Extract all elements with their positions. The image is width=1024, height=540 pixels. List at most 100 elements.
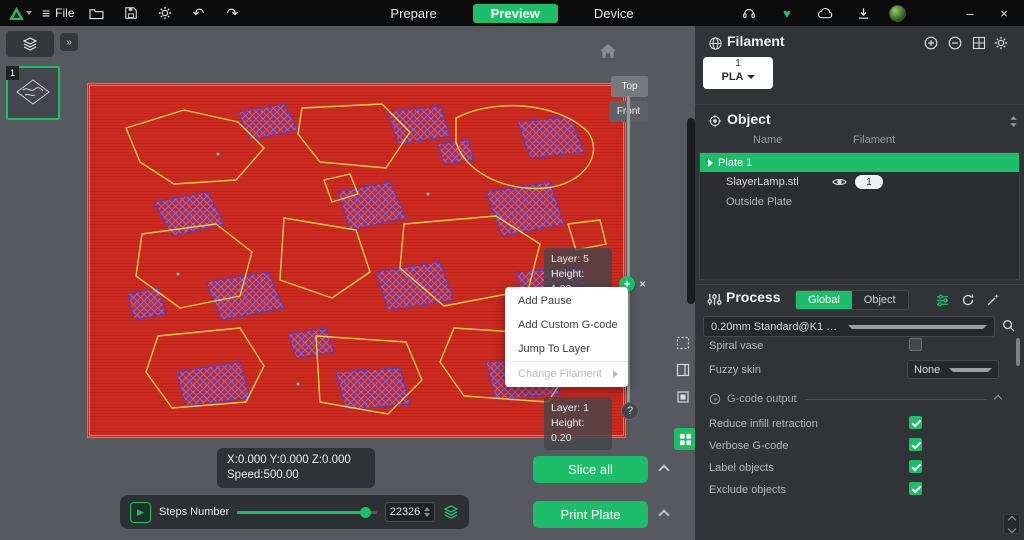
four-squares-icon [679, 433, 692, 446]
file-menu-label: File [55, 6, 74, 20]
object-row-outside[interactable]: Outside Plate [700, 192, 1019, 212]
right-panel: Filament 1 PLA Object Name Filament Plat… [695, 26, 1024, 540]
object-row-model[interactable]: SlayerLamp.stl 1 [700, 172, 1019, 192]
user-avatar[interactable] [889, 5, 906, 22]
menu-item-add-pause[interactable]: Add Pause [505, 289, 628, 313]
tab-device[interactable]: Device [584, 4, 644, 23]
column-name: Name [753, 134, 782, 146]
stack-icon [22, 36, 38, 52]
menu-item-change-filament[interactable]: Change Filament [505, 361, 628, 385]
expand-panel-button[interactable] [1003, 514, 1020, 534]
home-view-icon[interactable] [600, 44, 616, 58]
preferences-button[interactable] [153, 3, 177, 23]
setting-verbose-gcode-label: Verbose G-code [709, 440, 789, 452]
expand-arrow-icon [708, 159, 713, 167]
filament-settings-gear-icon[interactable] [994, 36, 1008, 50]
steps-value-input[interactable]: 22326 [385, 502, 435, 522]
close-button[interactable]: × [994, 6, 1014, 21]
help-button[interactable]: ? [621, 402, 639, 420]
file-menu[interactable]: ≡ File [42, 6, 75, 20]
open-file-button[interactable] [85, 3, 109, 23]
search-icon[interactable] [1002, 319, 1015, 332]
dashed-box-icon [676, 336, 690, 350]
menu-item-jump-to-layer[interactable]: Jump To Layer [505, 337, 628, 361]
app-logo[interactable] [8, 3, 32, 23]
panel-toggle-button[interactable] [672, 359, 694, 381]
add-filament-icon[interactable] [924, 36, 938, 50]
filament-chip[interactable]: 1 PLA [703, 57, 773, 89]
collapse-chevron-icon[interactable] [994, 395, 1002, 403]
gear-icon [158, 6, 172, 20]
play-button[interactable]: ▶ [130, 502, 151, 523]
folder-icon [89, 7, 104, 20]
plate-thumbnail[interactable]: 1 [6, 66, 60, 120]
steps-slider-handle[interactable] [360, 507, 371, 518]
slider-close-icon[interactable]: × [639, 277, 646, 291]
process-scope-tabs: Global Object [795, 290, 909, 310]
chevron-down-icon [1007, 524, 1015, 532]
download-icon [857, 7, 870, 20]
coordinates-tooltip: X:0.000 Y:0.000 Z:0.000 Speed:500.00 [217, 448, 375, 488]
label-objects-checkbox[interactable] [909, 460, 922, 473]
tab-global[interactable]: Global [796, 291, 852, 309]
speed-readout: Speed:500.00 [227, 468, 365, 483]
panel-scrollbar[interactable] [687, 118, 695, 304]
reset-icon[interactable] [961, 293, 975, 307]
cloud-button[interactable] [813, 3, 837, 23]
verbose-gcode-checkbox[interactable] [909, 438, 922, 451]
flush-options-icon[interactable] [972, 36, 986, 50]
object-row-plate[interactable]: Plate 1 [700, 153, 1019, 172]
spin-down-icon [424, 513, 430, 517]
slice-all-button[interactable]: Slice all [533, 456, 648, 483]
reduce-infill-retraction-checkbox[interactable] [909, 416, 922, 429]
tab-preview[interactable]: Preview [473, 4, 558, 23]
tab-object[interactable]: Object [852, 291, 908, 309]
remove-filament-icon[interactable] [948, 36, 962, 50]
eye-icon[interactable] [832, 177, 847, 187]
app-window: ≡ File ↶ ↷ Prepare Preview Device ♥ [0, 0, 1024, 540]
menu-item-add-custom-gcode[interactable]: Add Custom G-code [505, 313, 628, 337]
wizard-wand-icon[interactable] [986, 293, 1000, 307]
chevron-up-icon [1007, 515, 1015, 523]
setting-fuzzy-skin-label: Fuzzy skin [709, 364, 761, 376]
preset-dropdown[interactable]: 0.20mm Standard@K1 Max-Zelf-test [703, 316, 995, 337]
expand-sidebar-button[interactable]: » [60, 33, 78, 51]
view-top-button[interactable]: Top [611, 76, 648, 97]
favorites-button[interactable]: ♥ [775, 3, 799, 23]
logo-caret-icon [26, 11, 32, 15]
print-options-chevron-icon[interactable] [658, 509, 669, 520]
minimize-button[interactable]: – [960, 6, 980, 21]
print-plate-button[interactable]: Print Plate [533, 501, 648, 528]
steps-slider-track[interactable] [237, 511, 377, 514]
fuzzy-skin-select[interactable]: None [907, 360, 999, 379]
plate-list-button[interactable] [6, 31, 54, 57]
filament-badge[interactable]: 1 [855, 175, 883, 189]
layers-icon[interactable] [443, 504, 459, 520]
steps-label: Steps Number [159, 506, 229, 518]
compare-view-button[interactable] [672, 386, 694, 408]
exclude-objects-checkbox[interactable] [909, 482, 922, 495]
section-view-button[interactable] [672, 332, 694, 354]
headset-icon [742, 6, 756, 20]
steps-spinner[interactable] [424, 507, 430, 517]
settings-scrollbar[interactable] [1016, 338, 1020, 366]
hamburger-icon: ≡ [42, 6, 50, 20]
multi-plate-view-button[interactable] [674, 428, 696, 450]
sort-icon[interactable] [1009, 116, 1018, 127]
tune-icon[interactable] [935, 293, 950, 308]
redo-icon: ↷ [227, 6, 239, 20]
spiral-vase-checkbox[interactable] [909, 338, 922, 351]
save-button[interactable] [119, 3, 143, 23]
download-button[interactable] [851, 3, 875, 23]
inner-box-icon [676, 390, 690, 404]
cloud-icon [817, 7, 834, 20]
support-button[interactable] [737, 3, 761, 23]
play-icon: ▶ [137, 507, 144, 518]
process-section-title: Process [726, 289, 780, 305]
tab-prepare[interactable]: Prepare [380, 4, 446, 23]
filament-material: PLA [722, 70, 744, 84]
chevron-down-icon [949, 368, 992, 372]
slice-options-chevron-icon[interactable] [658, 464, 669, 475]
redo-button[interactable]: ↷ [221, 3, 245, 23]
undo-button[interactable]: ↶ [187, 3, 211, 23]
